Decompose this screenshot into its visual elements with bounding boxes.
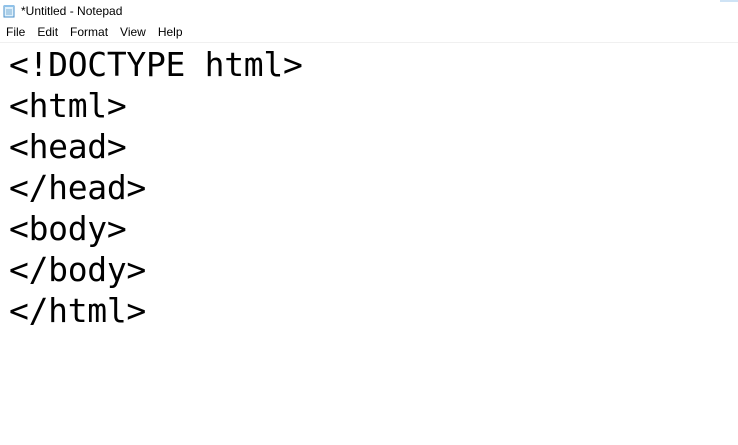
menu-bar: File Edit Format View Help (0, 23, 738, 43)
menu-edit[interactable]: Edit (31, 23, 64, 42)
editor-line: </html> (9, 291, 146, 330)
menu-file[interactable]: File (0, 23, 31, 42)
menu-view[interactable]: View (114, 23, 152, 42)
window-title: *Untitled - Notepad (21, 4, 123, 18)
text-editor-area[interactable]: <!DOCTYPE html> <html> <head> </head> <b… (0, 43, 738, 445)
editor-line: </body> (9, 250, 146, 289)
notepad-window: *Untitled - Notepad File Edit Format Vie… (0, 0, 738, 445)
notepad-icon (3, 4, 16, 18)
editor-line: <html> (9, 86, 127, 125)
window-controls-edge (720, 0, 738, 2)
title-bar[interactable]: *Untitled - Notepad (0, 0, 738, 23)
editor-line: <!DOCTYPE html> (9, 45, 303, 84)
menu-help[interactable]: Help (152, 23, 189, 42)
editor-line: </head> (9, 168, 146, 207)
menu-format[interactable]: Format (64, 23, 114, 42)
editor-line: <body> (9, 209, 127, 248)
editor-line: <head> (9, 127, 127, 166)
